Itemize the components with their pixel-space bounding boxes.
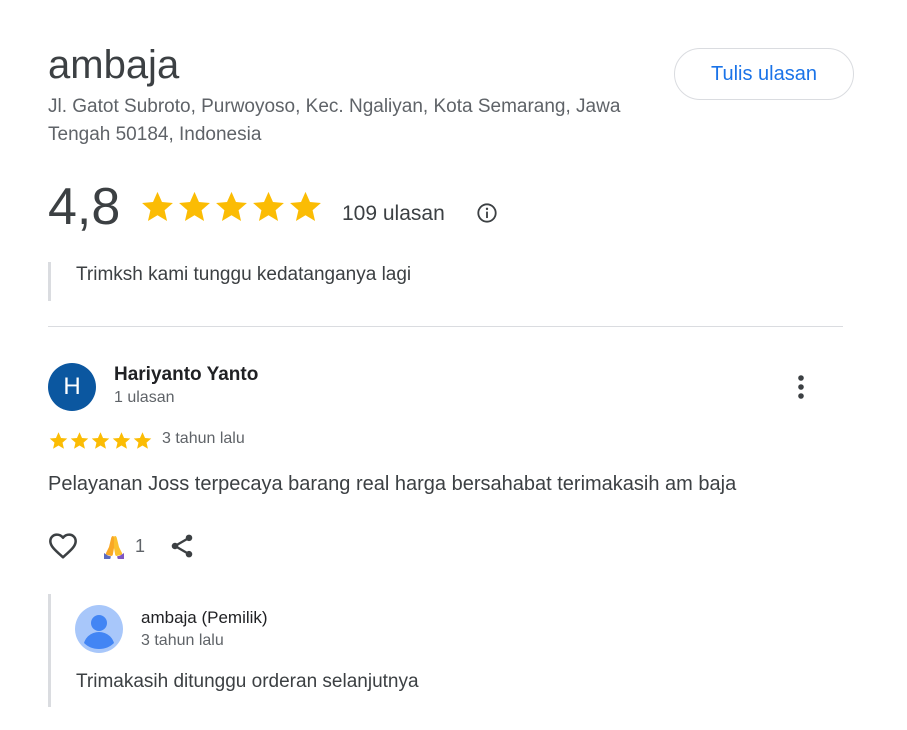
place-address: Jl. Gatot Subroto, Purwoyoso, Kec. Ngali… — [48, 96, 621, 145]
star-icon — [49, 432, 68, 449]
star-icon — [290, 191, 321, 221]
star-icon — [253, 191, 284, 221]
star-icon — [216, 191, 247, 221]
star-icon — [179, 191, 210, 221]
star-icon — [133, 432, 152, 449]
star-icon — [142, 191, 173, 221]
avatar[interactable]: H — [48, 363, 96, 411]
more-options-icon[interactable] — [788, 373, 814, 401]
place-title: ambaja — [48, 43, 180, 87]
quote-bar — [48, 262, 51, 301]
owner-avatar-icon — [75, 605, 123, 653]
review-text: Pelayanan Joss terpecaya barang real har… — [48, 473, 737, 495]
info-icon[interactable] — [476, 202, 498, 224]
owner-reply-text: Trimakasih ditunggu orderan selanjutnya — [76, 671, 419, 692]
share-icon[interactable] — [168, 532, 196, 560]
heart-icon[interactable] — [47, 530, 79, 562]
star-icon — [112, 432, 131, 449]
owner-reply-author: ambaja (Pemilik) — [141, 608, 268, 627]
review-count: 109 ulasan — [342, 202, 445, 225]
write-review-button[interactable]: Tulis ulasan — [674, 48, 854, 100]
review-stars — [48, 430, 153, 451]
review-date: 3 tahun lalu — [162, 430, 245, 447]
reply-bar — [48, 594, 51, 707]
divider — [48, 326, 843, 327]
star-icon — [70, 432, 89, 449]
star-icon — [91, 432, 110, 449]
reviewer-name[interactable]: Hariyanto Yanto — [114, 364, 258, 386]
owner-quote: Trimksh kami tunggu kedatanganya lagi — [76, 264, 412, 285]
owner-reply-date: 3 tahun lalu — [141, 632, 224, 649]
rating-stars — [139, 188, 324, 225]
rating-score: 4,8 — [48, 178, 121, 236]
reviewer-review-count: 1 ulasan — [114, 389, 175, 406]
reaction-count: 1 — [135, 536, 146, 556]
pray-icon[interactable] — [100, 532, 128, 560]
